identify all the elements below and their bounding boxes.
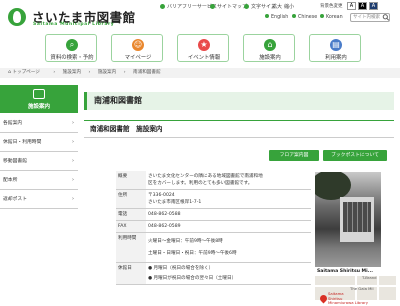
bg-white-button[interactable]: A: [347, 2, 356, 10]
table-row: 概要 さいたま文化センターの隣にある地域図書館で南浦和地 区をカバーします。利用の…: [116, 171, 311, 190]
row-label: 電話: [116, 208, 146, 221]
table-row: 住所 〒336-0024 さいたま市南区根岸1-7-1: [116, 189, 311, 209]
book-icon: ▤: [330, 39, 342, 51]
sidebar-item-hours[interactable]: 休館日・利用時間 ›: [0, 133, 78, 152]
sidebar-item-mobile-library[interactable]: 移動図書館 ›: [0, 152, 78, 171]
sitemap-link[interactable]: サイトマップ: [210, 3, 247, 10]
bg-black-button[interactable]: A: [358, 2, 367, 10]
nav-facilities[interactable]: ⌂ 施設案内: [243, 34, 295, 62]
nav-events[interactable]: ★ イベント情報: [177, 34, 229, 62]
sidebar-item-branches[interactable]: 各館案内 ›: [0, 114, 78, 133]
breadcrumb-facilities-2[interactable]: 施設案内: [98, 70, 116, 75]
map-road: [377, 276, 379, 300]
globe-icon: [292, 14, 296, 18]
lang-english-link[interactable]: English: [265, 14, 288, 20]
breadcrumb-facilities[interactable]: 施設案内: [63, 70, 81, 75]
map-place-title[interactable]: Saitama Shiritsu Mi...: [315, 267, 396, 276]
background-color-label: 背景色変更: [320, 4, 343, 9]
row-label: 住所: [116, 189, 146, 209]
building-icon: [33, 89, 45, 99]
breadcrumb-separator: ›: [88, 70, 91, 75]
tree-shape: [315, 172, 351, 200]
font-enlarge-button[interactable]: 拡大: [272, 3, 282, 10]
text-size-icon: [244, 4, 249, 9]
site-header: さいたま市図書館 Saitama Municipal Library バリアフリ…: [0, 0, 400, 64]
table-row: 利用時間 火曜日～金曜日：午前9時～午後8時 土曜日・日曜日・祝日：午前9時～午後…: [116, 232, 311, 263]
library-photo: [315, 172, 381, 267]
facility-info-table: 概要 さいたま文化センターの隣にある地域図書館で南浦和地 区をカバーします。利用の…: [116, 171, 311, 285]
breadcrumb-current: 南浦和図書館: [133, 70, 161, 75]
font-shrink-button[interactable]: 縮小: [284, 3, 294, 10]
floor-guide-button[interactable]: フロア案内図: [269, 150, 319, 161]
row-label: FAX: [116, 220, 146, 233]
nav-search-reserve[interactable]: ⌕ 資料の検索・予約: [45, 34, 97, 62]
chevron-right-icon: ›: [72, 177, 74, 183]
row-value: 〒336-0024 さいたま市南区根岸1-7-1: [146, 189, 311, 209]
section-title: 南浦和図書館 施設案内: [84, 120, 394, 138]
map-pin-label: Saitama Shiritsu Minamiurawa Library: [328, 291, 369, 305]
sitemap-icon: [210, 4, 215, 9]
building-glass: [343, 202, 371, 232]
person-icon: ☺: [132, 39, 144, 51]
logo-icon[interactable]: [8, 8, 26, 26]
search-icon: ⌕: [66, 39, 78, 51]
bg-navy-button[interactable]: A: [369, 2, 378, 10]
lang-chinese-link[interactable]: Chinese: [292, 14, 317, 20]
breadcrumb: ⌂ トップページ › 施設案内 › 施設案内 › 南浦和図書館: [0, 68, 400, 78]
chevron-right-icon: ›: [72, 158, 74, 164]
breadcrumb-home[interactable]: ⌂ トップページ: [8, 70, 46, 75]
chevron-right-icon: ›: [72, 139, 74, 145]
search-icon[interactable]: [382, 14, 390, 21]
sidebar-item-distribution[interactable]: 配本所 ›: [0, 171, 78, 190]
globe-icon: [265, 14, 269, 18]
row-label: 概要: [116, 171, 146, 190]
row-value: 048-862-0588: [146, 208, 311, 221]
page-title: 南浦和図書館: [84, 92, 394, 110]
sidebar-item-return-post[interactable]: 返却ポスト ›: [0, 190, 78, 209]
row-label: 休館日: [116, 262, 146, 285]
globe-icon: [320, 14, 324, 18]
row-value: 火曜日～金曜日：午前9時～午後8時 土曜日・日曜日・祝日：午前9時～午後6時: [146, 232, 311, 263]
lang-korean-link[interactable]: Korean: [320, 14, 343, 20]
table-row: 休館日 ● 月曜日（祝日の場合を除く） ● 月曜日が祝日の場合の翌々日（土曜日）: [116, 262, 311, 285]
row-value: ● 月曜日（祝日の場合を除く） ● 月曜日が祝日の場合の翌々日（土曜日）: [146, 262, 311, 285]
barrier-free-link[interactable]: バリアフリーサービス: [160, 3, 217, 10]
breadcrumb-separator: ›: [123, 70, 126, 75]
breadcrumb-separator: ›: [53, 70, 56, 75]
accessibility-icon: [160, 4, 165, 9]
chevron-right-icon: ›: [72, 120, 74, 126]
chevron-right-icon: ›: [72, 196, 74, 202]
star-icon: ★: [198, 39, 210, 51]
site-subtitle: Saitama Municipal Library: [33, 22, 115, 27]
table-row: 電話 048-862-0588: [116, 208, 311, 221]
map-place-label: The Gala Mil: [350, 286, 374, 291]
nav-mypage[interactable]: ☺ マイページ: [111, 34, 163, 62]
row-value: 048-862-0589: [146, 220, 311, 233]
map-place-label: T-Brand: [362, 275, 377, 280]
book-post-button[interactable]: ブックポストについて: [323, 150, 387, 161]
row-label: 利用時間: [116, 232, 146, 263]
nav-usage-guide[interactable]: ▤ 利用案内: [309, 34, 361, 62]
row-value: さいたま文化センターの隣にある地域図書館で南浦和地 区をカバーします。利用のとても…: [146, 171, 311, 190]
table-row: FAX 048-862-0589: [116, 220, 311, 233]
building-icon: ⌂: [264, 39, 276, 51]
sidebar-header[interactable]: 施設案内: [0, 85, 78, 113]
